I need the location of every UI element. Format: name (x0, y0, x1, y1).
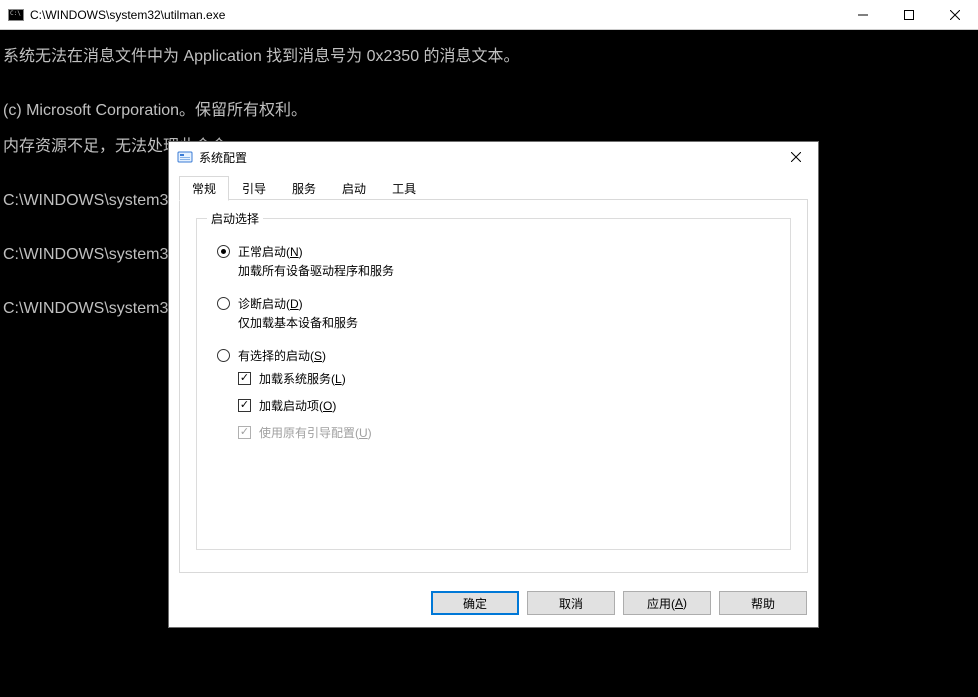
tab-general[interactable]: 常规 (179, 176, 229, 201)
cmd-icon (8, 9, 24, 21)
help-button[interactable]: 帮助 (719, 591, 807, 615)
console-window: C:\WINDOWS\system32\utilman.exe 系统无法在消息文… (0, 0, 978, 697)
use-original-boot-checkbox: 使用原有引导配置(U) (238, 424, 776, 441)
startup-selection-group: 启动选择 正常启动(N) 加载所有设备驱动程序和服务 诊断启动(D) 仅加载基本… (196, 218, 791, 550)
console-title: C:\WINDOWS\system32\utilman.exe (30, 8, 840, 22)
tabs-area: 常规 引导 服务 启动 工具 启动选择 正常启动(N) 加载所有设备驱动程序和服… (169, 172, 818, 583)
console-line: (c) Microsoft Corporation。保留所有权利。 (1, 102, 977, 120)
checkbox-label: 加载启动项(O) (259, 397, 336, 414)
checkbox-icon (238, 372, 251, 385)
checkbox-label: 加载系统服务(L) (259, 370, 346, 387)
msconfig-dialog: 系统配置 常规 引导 服务 启动 工具 启动选择 正常启动(N) (168, 141, 819, 628)
tabstrip: 常规 引导 服务 启动 工具 (179, 178, 808, 200)
checkbox-icon (238, 426, 251, 439)
load-system-services-checkbox[interactable]: 加载系统服务(L) (238, 370, 776, 387)
radio-label: 有选择的启动(S) (238, 347, 326, 364)
group-legend: 启动选择 (207, 210, 263, 227)
dialog-close-button[interactable] (774, 143, 818, 171)
radio-icon (217, 349, 230, 362)
tab-page-general: 启动选择 正常启动(N) 加载所有设备驱动程序和服务 诊断启动(D) 仅加载基本… (179, 200, 808, 573)
radio-icon (217, 297, 230, 310)
console-titlebar: C:\WINDOWS\system32\utilman.exe (0, 0, 978, 30)
msconfig-icon (177, 149, 193, 165)
normal-startup-desc: 加载所有设备驱动程序和服务 (238, 262, 776, 279)
selective-startup-radio[interactable]: 有选择的启动(S) (217, 347, 776, 364)
ok-button[interactable]: 确定 (431, 591, 519, 615)
window-buttons (840, 0, 978, 29)
radio-icon (217, 245, 230, 258)
tab-services[interactable]: 服务 (279, 175, 329, 200)
dialog-titlebar[interactable]: 系统配置 (169, 142, 818, 172)
checkbox-icon (238, 399, 251, 412)
console-line: 系统无法在消息文件中为 Application 找到消息号为 0x2350 的消… (1, 48, 977, 66)
diagnostic-startup-radio[interactable]: 诊断启动(D) (217, 295, 776, 312)
radio-label: 诊断启动(D) (238, 295, 303, 312)
load-startup-items-checkbox[interactable]: 加载启动项(O) (238, 397, 776, 414)
diagnostic-startup-desc: 仅加载基本设备和服务 (238, 314, 776, 331)
normal-startup-radio[interactable]: 正常启动(N) (217, 243, 776, 260)
close-button[interactable] (932, 0, 978, 29)
checkbox-label: 使用原有引导配置(U) (259, 424, 372, 441)
tab-tools[interactable]: 工具 (379, 175, 429, 200)
minimize-button[interactable] (840, 0, 886, 29)
dialog-button-row: 确定 取消 应用(A) 帮助 (169, 583, 818, 627)
cancel-button[interactable]: 取消 (527, 591, 615, 615)
maximize-button[interactable] (886, 0, 932, 29)
tab-startup[interactable]: 启动 (329, 175, 379, 200)
radio-label: 正常启动(N) (238, 243, 303, 260)
apply-button[interactable]: 应用(A) (623, 591, 711, 615)
tab-boot[interactable]: 引导 (229, 175, 279, 200)
selective-options: 加载系统服务(L) 加载启动项(O) 使用原有引导配置(U) (238, 370, 776, 441)
dialog-title: 系统配置 (199, 149, 774, 166)
